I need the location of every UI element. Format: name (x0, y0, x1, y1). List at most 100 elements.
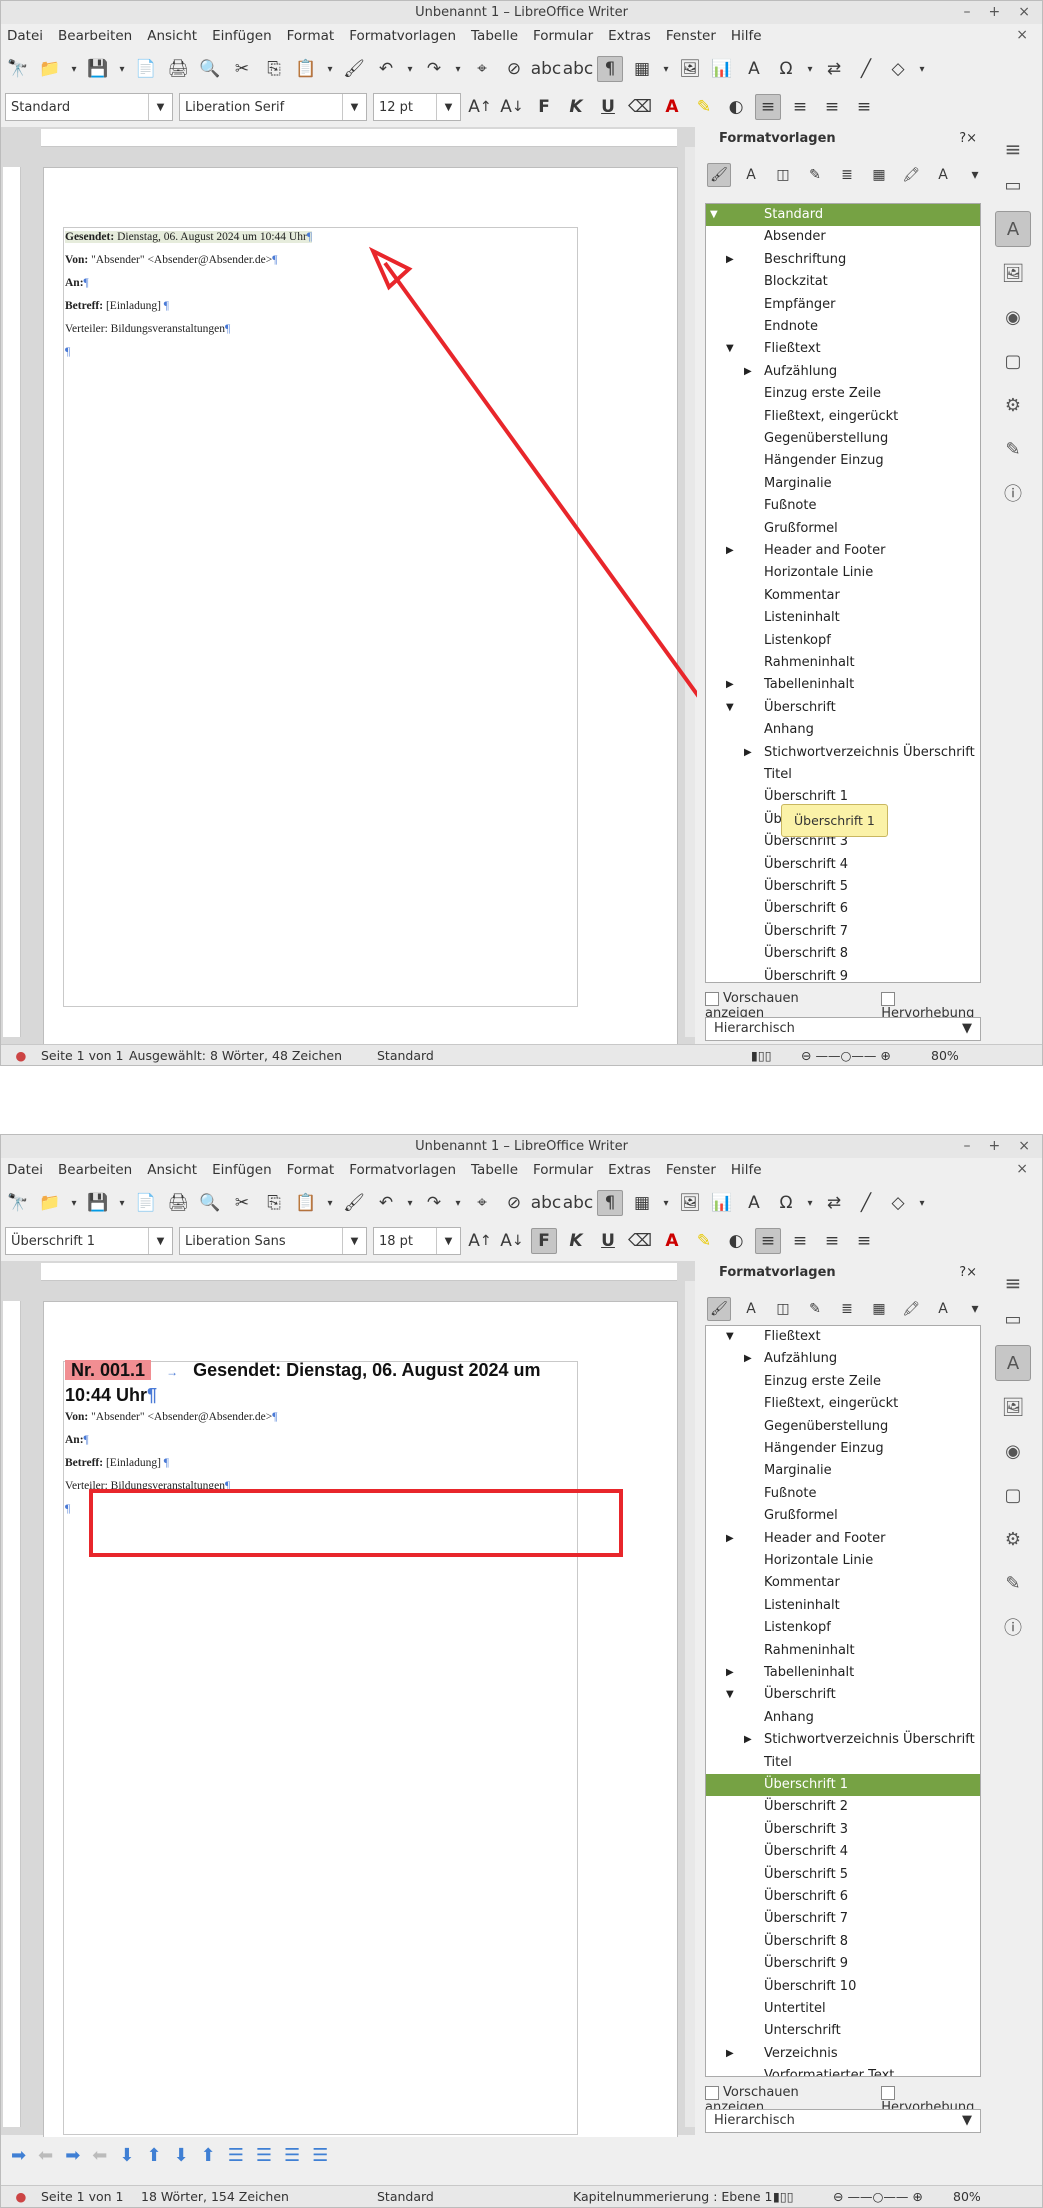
clear-format-icon[interactable]: ⌫ (627, 1228, 653, 1254)
heading-paragraph[interactable]: Nr. 001.1 → Gesendet: Dienstag, 06. Augu… (65, 1359, 615, 1407)
style-list-item[interactable]: Titel (706, 1752, 980, 1774)
style-actions-icon[interactable]: ▾ (963, 163, 987, 187)
design-icon[interactable]: ⓘ (995, 1609, 1031, 1645)
style-list-item[interactable]: Überschrift 9 (706, 1953, 980, 1975)
properties-icon[interactable]: ▭ (995, 167, 1031, 203)
checkbox[interactable] (705, 2085, 719, 2100)
font-color-icon[interactable]: A (659, 1228, 685, 1254)
move-up-subpoints-icon[interactable]: ⬆ (201, 2145, 216, 2166)
zoom-value[interactable]: 80% (931, 1048, 959, 1063)
style-list-item[interactable]: Überschrift 7 (706, 921, 980, 943)
chevron-down-icon[interactable]: ▼ (342, 1228, 366, 1254)
style-list-item[interactable]: Überschrift 1 (706, 1774, 980, 1796)
line-icon[interactable]: ╱ (853, 1190, 879, 1216)
style-list-item[interactable]: Überschrift 7 (706, 1908, 980, 1930)
undo-menu-icon[interactable]: ▾ (405, 1190, 415, 1216)
chevron-down-icon[interactable]: ▼ (962, 2110, 972, 2132)
autospellcheck-icon[interactable]: ⊘ (501, 1190, 527, 1216)
style-list-item[interactable]: Überschrift 3 (706, 1819, 980, 1841)
menu-fenster[interactable]: Fenster (666, 1162, 716, 1178)
view-layout-icons[interactable]: ▮▯▯ (773, 2189, 833, 2204)
italic-button[interactable]: K (563, 1228, 589, 1254)
style-list-item[interactable]: ▼ Standard (706, 204, 980, 226)
style-list-item[interactable]: Gegenüberstellung (706, 428, 980, 450)
properties-icon[interactable]: ▭ (995, 1301, 1031, 1337)
page-icon[interactable]: ▢ (995, 343, 1031, 379)
close-button[interactable]: × (1018, 1135, 1030, 1158)
style-list-item[interactable]: ▼ Fließtext (706, 1326, 980, 1348)
sidebar-help-close[interactable]: ?× (959, 131, 977, 146)
chart-icon[interactable]: 📊 (709, 1190, 735, 1216)
style-list-item[interactable]: Überschrift 8 (706, 943, 980, 965)
print-preview-icon[interactable]: 🔍 (197, 1190, 223, 1216)
style-list-item[interactable]: Unterschrift (706, 2020, 980, 2042)
checkbox[interactable] (881, 2085, 896, 2100)
next-level-icon[interactable]: ➡ (11, 2145, 26, 2166)
collapsed-triangle-icon[interactable]: ▶ (744, 1348, 752, 1370)
frame-styles-icon[interactable]: ◫ (771, 1297, 795, 1321)
style-list-item[interactable]: ▶ Verzeichnis (706, 2043, 980, 2065)
collapsed-triangle-icon[interactable]: ▶ (726, 540, 734, 562)
image-icon[interactable]: 🖼 (677, 1190, 703, 1216)
menu-ansicht[interactable]: Ansicht (147, 1162, 197, 1178)
document-close-icon[interactable]: × (1016, 1161, 1028, 1177)
style-list-item[interactable]: Horizontale Linie (706, 562, 980, 584)
style-list-item[interactable]: Marginalie (706, 473, 980, 495)
style-list-item[interactable]: Überschrift 4 (706, 854, 980, 876)
clone-format-icon[interactable]: 🖌 (341, 1190, 367, 1216)
style-actions-icon[interactable]: ▾ (963, 1297, 987, 1321)
style-list-item[interactable]: Listeninhalt (706, 1595, 980, 1617)
style-list-item[interactable]: ▼ Fließtext (706, 338, 980, 360)
style-list-item[interactable]: Fließtext, eingerückt (706, 1393, 980, 1415)
zoom-slider[interactable]: ⊖ ——○—— ⊕ (801, 1048, 931, 1063)
open-icon[interactable]: 📁 (37, 1190, 63, 1216)
style-list-item[interactable]: ▶ Stichwortverzeichnis Überschrift (706, 742, 980, 764)
background-color-icon[interactable]: ◐ (723, 1228, 749, 1254)
page-status[interactable]: Seite 1 von 1 (41, 2189, 141, 2204)
an-line[interactable]: An:¶ (65, 1434, 89, 1446)
expanded-triangle-icon[interactable]: ▼ (726, 697, 734, 719)
character-styles-icon[interactable]: A (739, 1297, 763, 1321)
textbox-icon[interactable]: A (741, 1190, 767, 1216)
style-list-item[interactable]: Grußformel (706, 1505, 980, 1527)
move-down-subpoints-icon[interactable]: ⬇ (174, 2145, 189, 2166)
style-list-item[interactable]: ▶ Tabelleninhalt (706, 1662, 980, 1684)
find-replace-icon[interactable]: ⌖ (469, 1190, 495, 1216)
style-list-item[interactable]: ▶ Stichwortverzeichnis Überschrift (706, 1729, 980, 1751)
prev-level-icon[interactable]: ⬅ (38, 2145, 53, 2166)
fill-format-icon[interactable]: 🖍 (899, 1297, 923, 1321)
navigator-icon[interactable]: ◉ (995, 299, 1031, 335)
design-icon[interactable]: ⓘ (995, 475, 1031, 511)
menu-einfuegen[interactable]: Einfügen (212, 1162, 272, 1178)
menu-bearbeiten[interactable]: Bearbeiten (58, 1162, 132, 1178)
navigator-icon[interactable]: ◉ (995, 1433, 1031, 1469)
align-right-button[interactable]: ≡ (819, 1228, 845, 1254)
cut-icon[interactable]: ✂ (229, 1190, 255, 1216)
style-list-item[interactable]: Überschrift 5 (706, 876, 980, 898)
styles-icon[interactable]: A (995, 211, 1031, 247)
expanded-triangle-icon[interactable]: ▼ (710, 204, 718, 226)
style-list-item[interactable]: Hängender Einzug (706, 1438, 980, 1460)
special-char-menu-icon[interactable]: ▾ (805, 1190, 815, 1216)
character-styles-icon[interactable]: A (739, 163, 763, 187)
style-list-item[interactable]: ▶ Header and Footer (706, 540, 980, 562)
collapsed-triangle-icon[interactable]: ▶ (744, 742, 752, 764)
checkbox[interactable] (705, 991, 719, 1006)
grow-font-icon[interactable]: A ↑ (467, 1228, 493, 1254)
align-center-button[interactable]: ≡ (787, 1228, 813, 1254)
vertical-scrollbar[interactable] (685, 1281, 695, 2127)
spelling-icon[interactable]: abc (531, 1190, 562, 1216)
shrink-font-icon[interactable]: A ↓ (499, 1228, 525, 1254)
move-down-icon[interactable]: ⬇ (119, 2145, 134, 2166)
word-count-status[interactable]: Ausgewählt: 8 Wörter, 48 Zeichen (129, 1048, 377, 1063)
style-list-item[interactable]: Grußformel (706, 518, 980, 540)
maximize-button[interactable]: + (989, 1135, 1001, 1158)
style-list-item[interactable]: Vorformatierter Text (706, 2065, 980, 2076)
style-list-item[interactable]: Anhang (706, 1707, 980, 1729)
collapsed-triangle-icon[interactable]: ▶ (726, 249, 734, 271)
date-field[interactable]: Dienstag, 06. August 2024 um (286, 1360, 540, 1380)
new-style-icon[interactable]: A (931, 163, 955, 187)
style-list-item[interactable]: Einzug erste Zeile (706, 1371, 980, 1393)
word-count-status[interactable]: 18 Wörter, 154 Zeichen (141, 2189, 377, 2204)
table-styles-icon[interactable]: ▦ (867, 1297, 891, 1321)
